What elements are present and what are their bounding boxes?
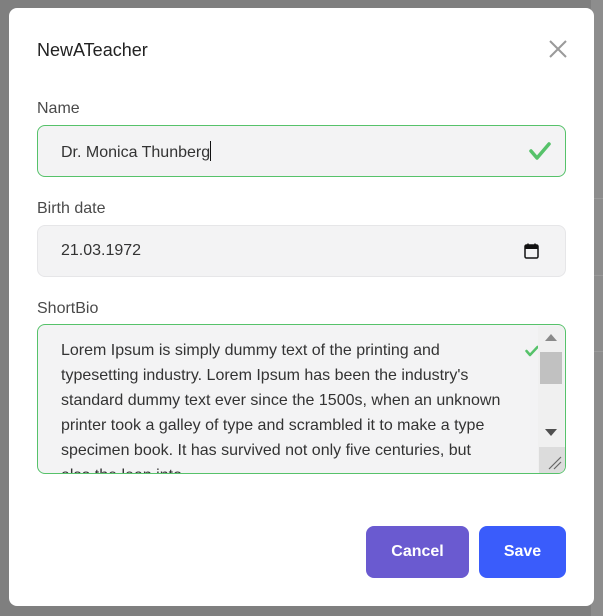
birth-date-input[interactable]: 21.03.1972 <box>37 225 566 277</box>
short-bio-label: ShortBio <box>37 300 99 317</box>
birth-date-value: 21.03.1972 <box>61 242 142 259</box>
short-bio-value: Lorem Ipsum is simply dummy text of the … <box>61 342 501 473</box>
name-input[interactable]: Dr. Monica Thunberg <box>37 125 566 177</box>
birth-date-label: Birth date <box>37 200 106 217</box>
scroll-up-arrow-icon[interactable] <box>545 334 557 341</box>
check-icon <box>529 142 551 160</box>
dialog-title: NewATeacher <box>37 40 148 60</box>
close-button[interactable] <box>548 39 568 59</box>
new-teacher-dialog: NewATeacher Name Dr. Monica Thunberg Bir… <box>9 8 594 606</box>
resize-grip-icon <box>548 456 562 470</box>
close-icon <box>549 40 567 58</box>
cancel-button[interactable]: Cancel <box>366 526 469 578</box>
calendar-icon[interactable] <box>524 243 539 259</box>
scroll-thumb[interactable] <box>540 352 562 384</box>
text-caret <box>210 141 212 161</box>
check-icon <box>525 345 539 357</box>
resize-handle[interactable] <box>539 447 565 473</box>
name-label: Name <box>37 100 80 117</box>
name-input-value: Dr. Monica Thunberg <box>61 141 212 163</box>
scroll-down-arrow-icon[interactable] <box>545 429 557 436</box>
short-bio-textarea[interactable]: Lorem Ipsum is simply dummy text of the … <box>37 324 566 474</box>
save-button[interactable]: Save <box>479 526 566 578</box>
